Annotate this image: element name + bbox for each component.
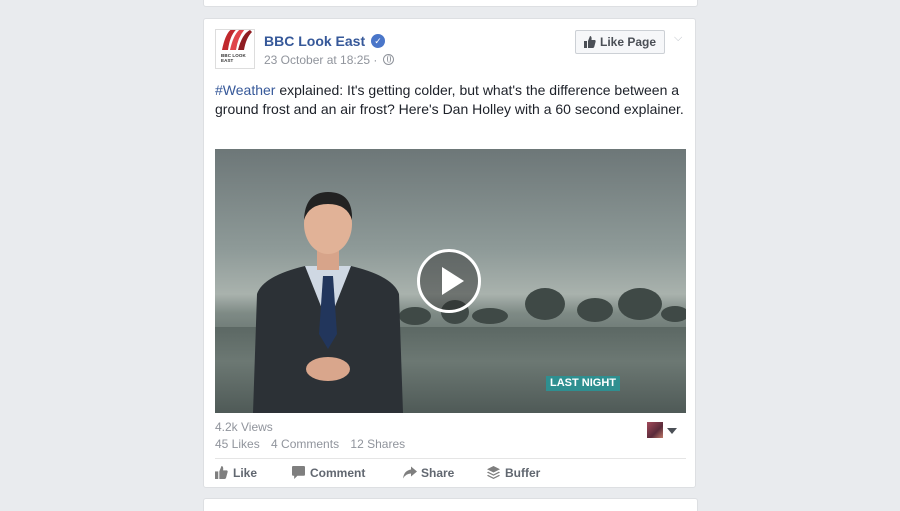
comment-button[interactable]: Comment [292, 464, 365, 482]
buffer-button[interactable]: Buffer [487, 464, 540, 482]
play-icon [442, 267, 464, 295]
like-page-label: Like Page [600, 35, 657, 49]
video-play-button[interactable] [417, 249, 481, 313]
page-avatar[interactable]: BBC LOOK EAST [215, 29, 255, 69]
next-post-card [203, 498, 698, 511]
globe-icon [382, 54, 394, 65]
like-button[interactable]: Like [215, 464, 257, 482]
view-count: 4.2k Views [215, 420, 273, 434]
share-button[interactable]: Share [403, 464, 454, 482]
caret-down-icon[interactable] [667, 428, 677, 434]
video-caption-badge: LAST NIGHT [546, 376, 620, 391]
post-body-text: explained: It's getting colder, but what… [215, 82, 684, 117]
thumbs-up-icon [584, 36, 596, 48]
post-actions-bar: Like Comment Share Buffer [215, 464, 686, 484]
presenter-figure [253, 192, 403, 413]
actions-divider [215, 458, 686, 459]
avatar-brand-text: BBC LOOK EAST [221, 53, 246, 63]
shares-count[interactable]: 12 Shares [350, 437, 405, 451]
buffer-stack-icon [487, 466, 500, 479]
page-name-link[interactable]: BBC Look East [264, 33, 365, 50]
likes-count[interactable]: 45 Likes [215, 437, 260, 451]
bbc-ribbon-logo-icon [222, 30, 252, 50]
post-timestamp[interactable]: 23 October at 18:25 · [264, 53, 377, 67]
comment-bubble-icon [292, 466, 305, 479]
post-options-chevron-icon[interactable]: ⌵ [674, 33, 686, 44]
viewer-avatar[interactable] [647, 422, 663, 438]
thumbs-up-icon [215, 466, 228, 479]
comments-count[interactable]: 4 Comments [271, 437, 339, 451]
hashtag-link[interactable]: #Weather [215, 82, 275, 98]
previous-post-card [203, 0, 698, 7]
like-page-button[interactable]: Like Page [575, 30, 665, 54]
post-text: #Weather explained: It's getting colder,… [215, 81, 685, 119]
verified-check-icon: ✓ [371, 34, 385, 48]
post-meta: 23 October at 18:25 · [264, 53, 394, 68]
engagement-stats: 45 Likes 4 Comments 12 Shares [215, 437, 413, 451]
post-card: BBC LOOK EAST BBC Look East ✓ 23 October… [203, 18, 696, 488]
share-arrow-icon [403, 466, 417, 479]
video-player[interactable]: LAST NIGHT [215, 149, 686, 413]
